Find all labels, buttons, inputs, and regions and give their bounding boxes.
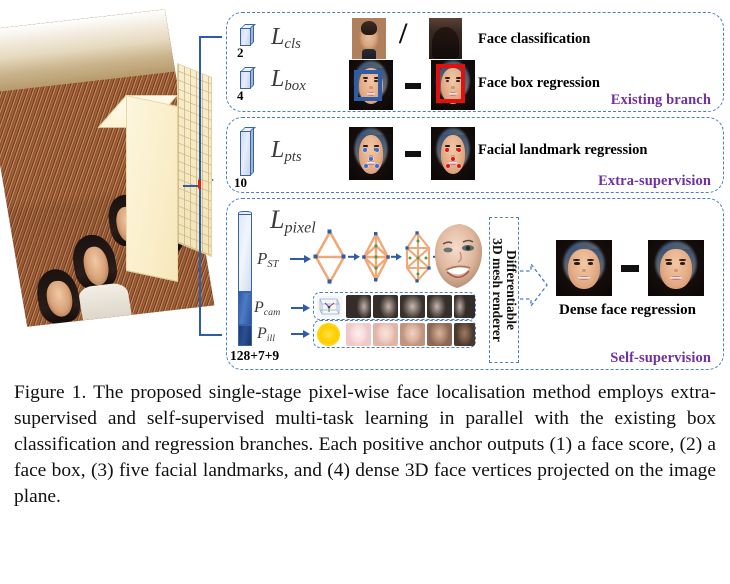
anchor-cube-pts xyxy=(237,127,256,176)
loss-symbol-pixel: Lpixel xyxy=(270,205,316,237)
bbox-blue xyxy=(354,70,382,101)
renderer-label: Differentiable 3D mesh renderer xyxy=(490,238,520,342)
bar-segment-shape xyxy=(238,214,252,292)
label-dense-face-regression: Dense face regression xyxy=(559,302,696,318)
bar-segment-illumination xyxy=(238,325,252,346)
label-face-classification: Face classification xyxy=(478,31,591,47)
ill-render-3 xyxy=(400,323,425,346)
label-face-box-regression: Face box regression xyxy=(478,75,600,91)
thumb-rendered-face xyxy=(556,240,612,296)
param-symbol-cam: Pcam xyxy=(254,299,281,318)
camera-parameter-strip xyxy=(313,292,476,320)
thumb-face-red-landmarks xyxy=(431,127,475,180)
ill-render-2 xyxy=(373,323,398,346)
figure-caption: Figure 1. The proposed single-stage pixe… xyxy=(14,382,716,508)
thumb-face-blue-landmarks xyxy=(349,127,393,180)
anchor-bar-pixel xyxy=(238,210,252,346)
cam-render-1 xyxy=(346,295,371,318)
loss-symbol-box: Lbox xyxy=(271,66,306,95)
thumb-face-blue-box xyxy=(349,60,393,110)
ill-render-5 xyxy=(454,323,475,346)
thumb-positive-face xyxy=(352,18,386,59)
thumb-original-face xyxy=(648,240,704,296)
arrow-cam-icon xyxy=(291,304,311,312)
param-symbol-st: PST xyxy=(257,249,279,270)
thumb-face-red-box xyxy=(431,60,475,110)
tag-extra-supervision: Extra-supervision xyxy=(598,173,711,189)
bbox-red xyxy=(436,63,466,103)
renderer-output-arrow-icon xyxy=(519,262,549,308)
ill-render-1 xyxy=(346,323,371,346)
cam-render-4 xyxy=(427,295,452,318)
channel-count-box: 4 xyxy=(237,88,244,103)
operator-minus-box xyxy=(405,83,421,89)
differentiable-renderer-box: Differentiable 3D mesh renderer xyxy=(489,217,519,363)
ill-render-4 xyxy=(427,323,452,346)
arrow-st-icon xyxy=(290,255,312,263)
operator-minus-dense xyxy=(621,265,639,272)
tag-existing-branch: Existing branch xyxy=(610,92,711,108)
branch-bracket xyxy=(183,36,222,336)
label-facial-landmark-regression: Facial landmark regression xyxy=(478,142,648,158)
cam-render-5 xyxy=(454,295,475,318)
positive-anchor-cell xyxy=(198,179,202,190)
channel-count-pts: 10 xyxy=(234,175,247,190)
loss-symbol-cls: Lcls xyxy=(271,24,301,53)
param-symbol-ill: Pill xyxy=(257,325,276,344)
camera-frustum-icon xyxy=(317,296,342,317)
sun-icon xyxy=(319,325,338,344)
cam-render-3 xyxy=(400,295,425,318)
anchor-cube-box xyxy=(237,67,256,89)
tag-self-supervision: Self-supervision xyxy=(610,350,711,366)
illumination-parameter-strip xyxy=(313,320,476,348)
channel-count-pixel: 128+7+9 xyxy=(230,348,280,363)
loss-symbol-pts: Lpts xyxy=(271,137,302,166)
panel-existing-branch: 2 Lcls / Face classification 4 Lbox Face… xyxy=(226,12,724,112)
channel-count-cls: 2 xyxy=(237,45,244,60)
bar-segment-camera xyxy=(238,292,252,325)
panel-extra-supervision: 10 Lpts Facial landmark regression Extra… xyxy=(226,117,724,193)
operator-slash: / xyxy=(399,17,408,50)
thumb-negative-sample xyxy=(429,18,462,59)
operator-minus-pts xyxy=(405,151,421,157)
figure-diagram: 2 Lcls / Face classification 4 Lbox Face… xyxy=(0,0,730,376)
thumb-textured-3d-face xyxy=(430,222,486,290)
anchor-cube-cls xyxy=(237,24,256,46)
arrow-ill-icon xyxy=(291,330,311,338)
cam-render-2 xyxy=(373,295,398,318)
